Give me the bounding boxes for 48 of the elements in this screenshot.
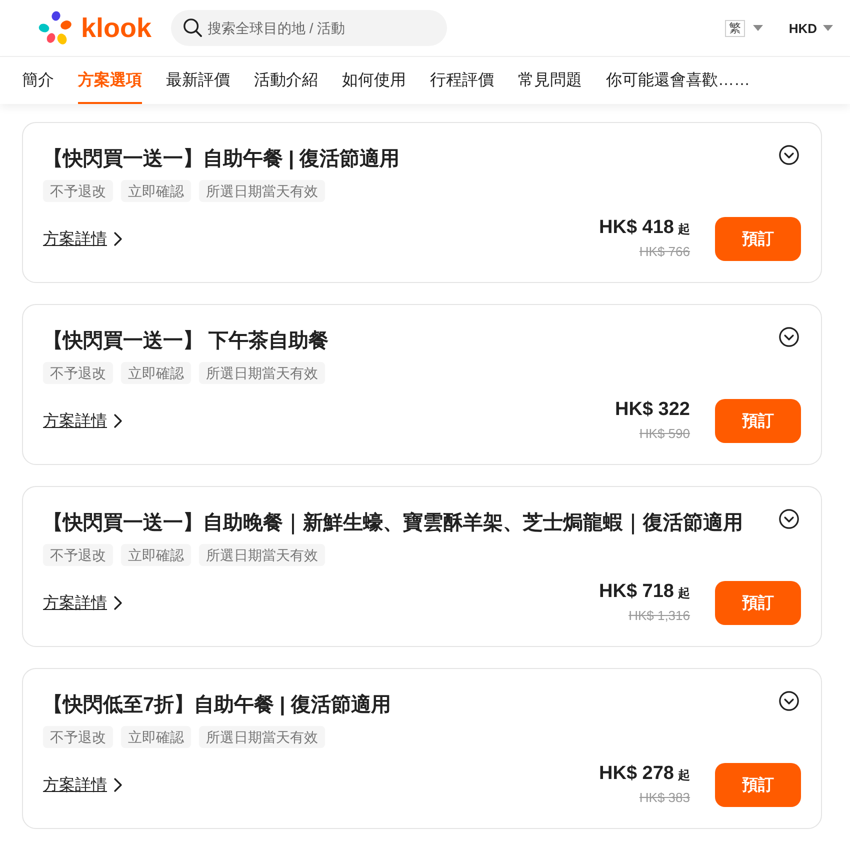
currency-button[interactable]: HKD — [788, 20, 833, 36]
caret-icon — [823, 25, 833, 31]
caret-icon — [752, 25, 763, 31]
chevron-down-circle-icon[interactable] — [779, 691, 799, 711]
original-price: HK$ 1,316 — [628, 607, 690, 625]
logo-icon — [38, 11, 72, 45]
nav-tab[interactable]: 簡介 — [22, 57, 54, 104]
tag: 不予退改 — [43, 544, 113, 566]
chevron-right-icon — [114, 596, 122, 610]
tag: 所選日期當天有效 — [199, 726, 325, 748]
tag: 立即確認 — [121, 726, 191, 748]
tag: 不予退改 — [43, 726, 113, 748]
nav-tab[interactable]: 常見問題 — [518, 57, 582, 104]
chevron-right-icon — [114, 778, 122, 792]
chevron-right-icon — [114, 232, 122, 246]
chevron-down-circle-icon[interactable] — [779, 327, 799, 347]
tag: 所選日期當天有效 — [199, 180, 325, 202]
nav-tab[interactable]: 如何使用 — [342, 57, 406, 104]
original-price: HK$ 590 — [639, 425, 690, 443]
tag: 立即確認 — [121, 544, 191, 566]
price: HK$ 278 — [599, 763, 674, 785]
chevron-down-circle-icon[interactable] — [779, 145, 799, 165]
package-title: 【快閃低至7折】自助午餐 | 復活節適用 — [43, 692, 391, 718]
package-title: 【快閃買一送一】 下午茶自助餐 — [43, 329, 329, 354]
price-suffix: 起 — [678, 221, 690, 238]
tag: 所選日期當天有效 — [199, 362, 325, 384]
nav-tab[interactable]: 最新評價 — [166, 57, 230, 104]
nav-tab[interactable]: 你可能還會喜歡…… — [606, 57, 750, 104]
tag: 立即確認 — [121, 362, 191, 384]
search-field[interactable]: 搜索全球目的地 / 活動 — [170, 10, 447, 46]
tag: 立即確認 — [121, 180, 191, 202]
nav-tab[interactable]: 行程評價 — [430, 57, 494, 104]
package-title: 【快閃買一送一】自助晚餐｜新鮮生蠔、寶雲酥羊架、芝士焗龍蝦｜復活節適用 — [43, 510, 743, 536]
tag: 不予退改 — [43, 180, 113, 202]
search-icon — [182, 18, 202, 37]
price: HK$ 322 — [615, 399, 690, 421]
price-suffix: 起 — [678, 767, 690, 784]
nav-tab[interactable]: 活動介紹 — [254, 57, 318, 104]
chevron-down-circle-icon[interactable] — [779, 509, 799, 529]
price-suffix: 起 — [678, 585, 690, 602]
price: HK$ 718 — [599, 581, 674, 603]
original-price: HK$ 766 — [639, 243, 690, 261]
tag: 所選日期當天有效 — [199, 544, 325, 566]
tag: 不予退改 — [43, 362, 113, 384]
package-title: 【快閃買一送一】自助午餐 | 復活節適用 — [43, 146, 400, 172]
original-price: HK$ 383 — [639, 789, 690, 807]
price: HK$ 418 — [599, 217, 674, 239]
chevron-right-icon — [114, 414, 122, 428]
